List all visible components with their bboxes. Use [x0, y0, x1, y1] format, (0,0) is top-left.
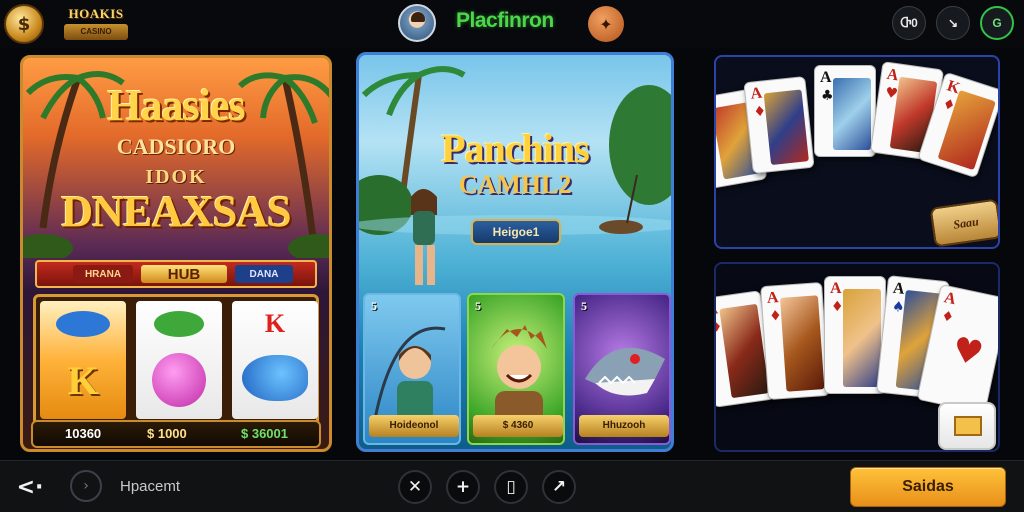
panel-icon: ▯	[506, 477, 516, 497]
reel-1: K	[40, 301, 126, 419]
envelope-body	[954, 416, 982, 436]
heart-icon: ♥	[948, 329, 987, 375]
tool-add-button[interactable]: +	[446, 470, 480, 504]
card-rank: A	[766, 289, 780, 307]
mini-card-fisher[interactable]: 5 Hoideonol	[363, 293, 461, 445]
slot-reels: K K	[33, 294, 319, 426]
g-button[interactable]: G	[980, 6, 1014, 40]
slot-title-line2: CADSIORO	[116, 134, 236, 159]
fish-symbol-icon	[56, 311, 110, 337]
plus-icon: +	[455, 477, 471, 497]
envelope-icon[interactable]	[938, 402, 996, 450]
forward-icon[interactable]: ›	[70, 470, 102, 502]
frog-symbol-icon	[154, 311, 204, 337]
arrow-icon: ↘	[947, 16, 959, 30]
gem-symbol-icon	[152, 353, 206, 407]
slot-title-line4: DNEAXSAS	[61, 187, 291, 236]
compass-icon[interactable]: ✦	[588, 6, 624, 42]
cards-game-tile-top[interactable]: A ♠ A ♦ A ♣ A ♥ K ♦ Saau	[714, 55, 1000, 249]
card-rank: A	[830, 280, 842, 297]
mini-card-label: Hhuzooh	[579, 415, 669, 437]
cards-game-tile-bottom[interactable]: A ♦ A ♦ A ♦ A ♠ A ♦ ♥	[714, 262, 1000, 452]
fishing-title-line2: CAMHL2	[458, 170, 572, 199]
slot-amounts: 10360 $ 1000 $ 36001	[31, 420, 321, 448]
playing-card: A ♦	[743, 76, 815, 174]
diamond-icon: ♦	[831, 299, 844, 315]
home-label[interactable]: Hpacemt	[120, 478, 180, 495]
saau-badge: Saau	[929, 198, 998, 247]
slot-title-line1: Haasies	[107, 81, 245, 130]
slots-game-tile[interactable]: Haasies CADSIORO IDOK DNEAXSAS HRANA HUB…	[20, 55, 332, 452]
card-rank: A	[892, 279, 906, 298]
fishing-play-button[interactable]: Heigoe1	[471, 219, 561, 245]
cta-button[interactable]: Saidas	[850, 467, 1006, 507]
brand-logo[interactable]: HOAKIS CASINO	[58, 6, 134, 42]
amount-3: $ 36001	[241, 426, 288, 441]
reel-3: K	[232, 301, 318, 419]
card-face	[843, 289, 881, 387]
diamond-icon: ♦	[939, 307, 956, 327]
close-icon: ✕	[407, 477, 423, 497]
bottom-bar: <· › Hpacemt ✕ + ▯ ↗ Saidas	[0, 460, 1024, 512]
banner-center: HUB	[141, 265, 227, 283]
mini-card-label: Hoideonol	[369, 415, 459, 437]
hero-portrait-icon	[491, 325, 547, 427]
mini-card-hero[interactable]: 5 $ 4360	[467, 293, 565, 445]
tool-share-button[interactable]: ↗	[542, 470, 576, 504]
chip-label: Ⴇ0	[900, 16, 918, 30]
share-icon: ↗	[551, 477, 567, 497]
club-icon: ♣	[821, 88, 834, 104]
mini-card-label: $ 4360	[473, 415, 563, 437]
brand-name: HOAKIS	[68, 6, 124, 21]
amount-1: 10360	[65, 426, 102, 441]
card-face	[763, 89, 809, 166]
card-face	[779, 295, 825, 392]
tool-panel-button[interactable]: ▯	[494, 470, 528, 504]
banner-left: HRANA	[73, 265, 133, 283]
top-bar: $ HOAKIS CASINO Placfinron ✦ Ⴇ0 ↘ G	[0, 0, 1024, 48]
red-k-symbol-icon: K	[264, 309, 286, 338]
slot-banner: HRANA HUB DANA	[35, 260, 317, 288]
fishing-title-line1: Panchins	[441, 126, 590, 171]
mini-card-shark[interactable]: 5 Hhuzooh	[573, 293, 671, 445]
card-rank: A	[942, 289, 958, 309]
card-rank: A	[885, 65, 900, 85]
fisher-portrait-icon	[373, 326, 446, 421]
back-arrow-icon[interactable]: <·	[12, 473, 48, 501]
app-title: Placfinron	[456, 9, 554, 32]
playing-card: A ♦	[760, 281, 830, 401]
brand-ribbon: CASINO	[64, 24, 128, 40]
tool-close-button[interactable]: ✕	[398, 470, 432, 504]
playing-card: A ♣	[814, 65, 876, 157]
shark-portrait-icon	[585, 347, 665, 396]
card-rank: A	[714, 300, 719, 319]
card-face	[833, 78, 871, 150]
arrow-button[interactable]: ↘	[936, 6, 970, 40]
k-symbol-icon: K	[67, 357, 99, 403]
reel-2	[136, 301, 222, 419]
whale-symbol-icon	[242, 355, 308, 401]
card-rank: A	[749, 84, 764, 103]
avatar[interactable]	[398, 4, 436, 42]
card-rank: A	[820, 69, 832, 86]
g-icon: G	[992, 16, 1002, 30]
banner-right: DANA	[235, 265, 293, 283]
logo-coin-icon[interactable]: $	[4, 4, 44, 44]
fishing-game-tile[interactable]: Panchins CAMHL2 Heigoe1 5 Hoideonol 5 $ …	[356, 52, 674, 452]
amount-2: $ 1000	[147, 426, 187, 441]
chip-button[interactable]: Ⴇ0	[892, 6, 926, 40]
